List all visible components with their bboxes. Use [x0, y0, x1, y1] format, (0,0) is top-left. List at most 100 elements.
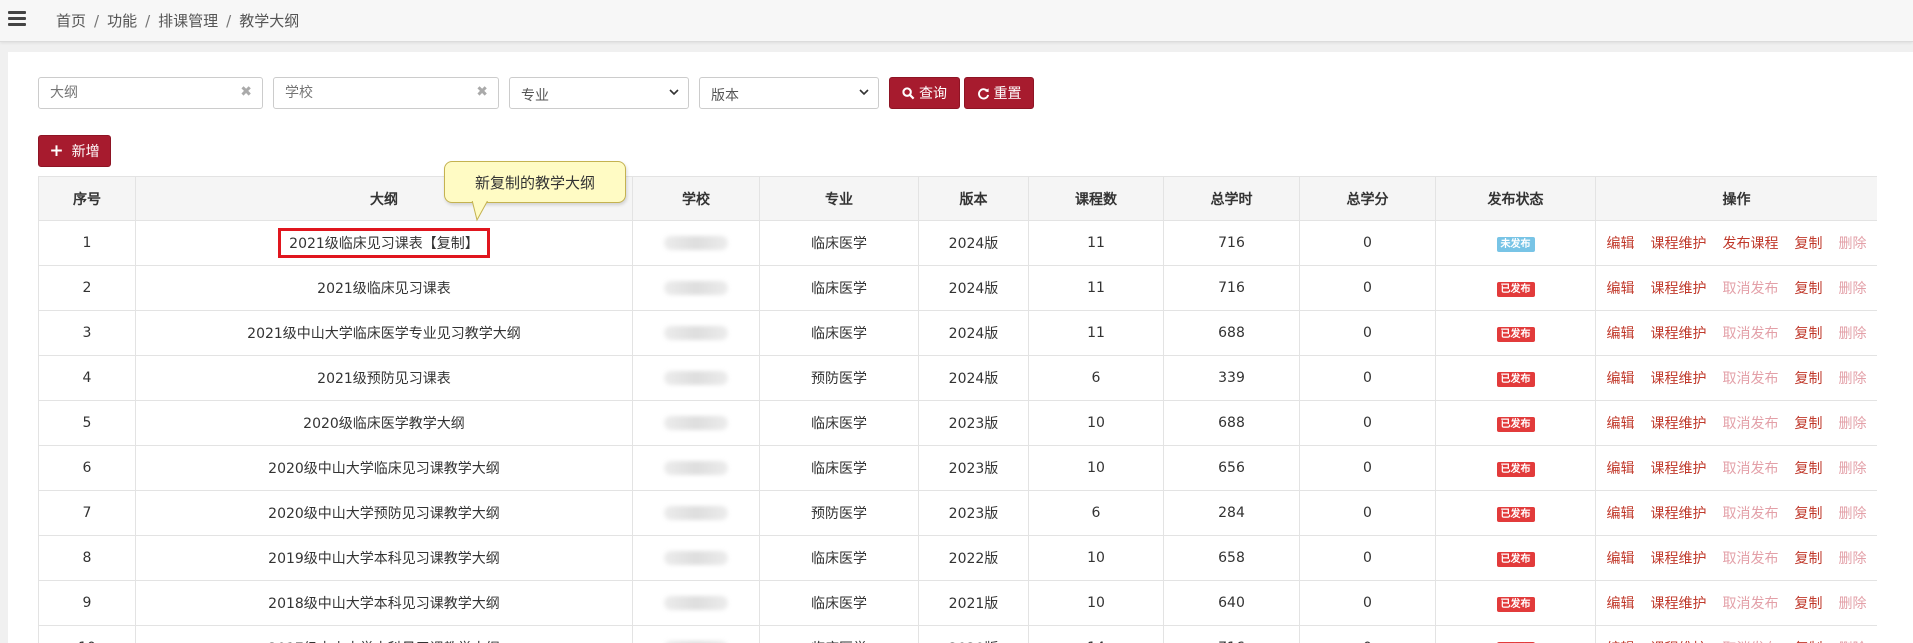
status-badge: 已发布: [1496, 461, 1535, 477]
hamburger-menu-icon[interactable]: [8, 11, 26, 27]
delete-link[interactable]: 删除: [1839, 596, 1867, 612]
cell-total-hours: 716: [1163, 220, 1300, 266]
course-maintain-link[interactable]: 课程维护: [1651, 281, 1707, 297]
cell-publish-status: 未发布: [1435, 220, 1596, 266]
course-maintain-link[interactable]: 课程维护: [1651, 416, 1707, 432]
edit-link[interactable]: 编辑: [1607, 551, 1635, 567]
cell-school: [632, 535, 760, 581]
publish-toggle-link[interactable]: 取消发布: [1723, 461, 1779, 477]
cell-version: 2020版: [918, 625, 1029, 643]
cell-no: 9: [38, 580, 136, 626]
course-maintain-link[interactable]: 课程维护: [1651, 371, 1707, 387]
syllabus-search-input[interactable]: [39, 78, 262, 108]
header-publish-status[interactable]: 发布状态: [1435, 176, 1596, 221]
delete-link[interactable]: 删除: [1839, 461, 1867, 477]
course-maintain-link[interactable]: 课程维护: [1651, 236, 1707, 252]
redacted-school-name: [664, 236, 728, 250]
edit-link[interactable]: 编辑: [1607, 461, 1635, 477]
header-no[interactable]: 序号: [38, 176, 136, 221]
copy-link[interactable]: 复制: [1795, 461, 1823, 477]
delete-link[interactable]: 删除: [1839, 281, 1867, 297]
breadcrumb-home[interactable]: 首页: [56, 12, 86, 30]
copy-link[interactable]: 复制: [1795, 596, 1823, 612]
syllabus-name: 2019级中山大学本科见习课教学大纲: [268, 551, 500, 567]
edit-link[interactable]: 编辑: [1607, 416, 1635, 432]
cell-no: 2: [38, 265, 136, 311]
header-version[interactable]: 版本: [918, 176, 1029, 221]
reset-button[interactable]: 重置: [964, 77, 1034, 109]
school-search-field[interactable]: ✖: [273, 77, 499, 109]
cell-no: 5: [38, 400, 136, 446]
delete-link[interactable]: 删除: [1839, 371, 1867, 387]
breadcrumb-scheduling[interactable]: 排课管理: [158, 12, 218, 30]
header-major[interactable]: 专业: [759, 176, 919, 221]
cell-total-hours: 688: [1163, 310, 1300, 356]
cell-total-credits: 0: [1299, 445, 1436, 491]
delete-link[interactable]: 删除: [1839, 326, 1867, 342]
table-row: 9 2018级中山大学本科见习课教学大纲 临床医学 2021版 10 640 0 已发布 编辑课…: [38, 580, 1877, 626]
cell-actions: 编辑课程维护取消发布复制删除: [1595, 535, 1877, 581]
reset-button-label: 重置: [993, 86, 1022, 102]
delete-link[interactable]: 删除: [1839, 551, 1867, 567]
copy-link[interactable]: 复制: [1795, 506, 1823, 522]
copy-link[interactable]: 复制: [1795, 326, 1823, 342]
status-badge: 已发布: [1496, 281, 1535, 297]
clear-syllabus-icon[interactable]: ✖: [240, 84, 252, 100]
syllabus-search-field[interactable]: ✖: [38, 77, 263, 109]
cell-no: 6: [38, 445, 136, 491]
delete-link[interactable]: 删除: [1839, 506, 1867, 522]
copy-link[interactable]: 复制: [1795, 371, 1823, 387]
edit-link[interactable]: 编辑: [1607, 326, 1635, 342]
version-select[interactable]: 版本: [699, 77, 879, 109]
cell-course-count: 6: [1028, 490, 1164, 536]
copy-link[interactable]: 复制: [1795, 551, 1823, 567]
major-select[interactable]: 专业: [509, 77, 689, 109]
cell-syllabus-name: 2020级中山大学预防见习课教学大纲: [135, 490, 633, 536]
cell-course-count: 6: [1028, 355, 1164, 401]
cell-publish-status: 已发布: [1435, 535, 1596, 581]
course-maintain-link[interactable]: 课程维护: [1651, 551, 1707, 567]
publish-toggle-link[interactable]: 取消发布: [1723, 371, 1779, 387]
header-total-hours[interactable]: 总学时: [1163, 176, 1300, 221]
delete-link[interactable]: 删除: [1839, 236, 1867, 252]
edit-link[interactable]: 编辑: [1607, 281, 1635, 297]
publish-toggle-link[interactable]: 取消发布: [1723, 551, 1779, 567]
edit-link[interactable]: 编辑: [1607, 506, 1635, 522]
publish-toggle-link[interactable]: 发布课程: [1723, 236, 1779, 252]
cell-publish-status: 已发布: [1435, 580, 1596, 626]
cell-actions: 编辑课程维护取消发布复制删除: [1595, 625, 1877, 643]
publish-toggle-link[interactable]: 取消发布: [1723, 281, 1779, 297]
search-button[interactable]: 查询: [889, 77, 960, 109]
publish-toggle-link[interactable]: 取消发布: [1723, 506, 1779, 522]
cell-total-credits: 0: [1299, 400, 1436, 446]
delete-link[interactable]: 删除: [1839, 416, 1867, 432]
publish-toggle-link[interactable]: 取消发布: [1723, 596, 1779, 612]
cell-total-credits: 0: [1299, 535, 1436, 581]
publish-toggle-link[interactable]: 取消发布: [1723, 326, 1779, 342]
cell-version: 2022版: [918, 535, 1029, 581]
copy-link[interactable]: 复制: [1795, 416, 1823, 432]
course-maintain-link[interactable]: 课程维护: [1651, 326, 1707, 342]
cell-syllabus-name: 2020级中山大学临床见习课教学大纲: [135, 445, 633, 491]
course-maintain-link[interactable]: 课程维护: [1651, 596, 1707, 612]
course-maintain-link[interactable]: 课程维护: [1651, 506, 1707, 522]
header-school[interactable]: 学校: [632, 176, 760, 221]
cell-version: 2023版: [918, 445, 1029, 491]
header-course-count[interactable]: 课程数: [1028, 176, 1164, 221]
course-maintain-link[interactable]: 课程维护: [1651, 461, 1707, 477]
cell-total-hours: 339: [1163, 355, 1300, 401]
edit-link[interactable]: 编辑: [1607, 236, 1635, 252]
edit-link[interactable]: 编辑: [1607, 596, 1635, 612]
redacted-school-name: [664, 416, 728, 430]
school-search-input[interactable]: [274, 78, 498, 108]
copy-link[interactable]: 复制: [1795, 281, 1823, 297]
cell-total-credits: 0: [1299, 355, 1436, 401]
publish-toggle-link[interactable]: 取消发布: [1723, 416, 1779, 432]
edit-link[interactable]: 编辑: [1607, 371, 1635, 387]
cell-version: 2021版: [918, 580, 1029, 626]
breadcrumb-function[interactable]: 功能: [107, 12, 137, 30]
header-total-credits[interactable]: 总学分: [1299, 176, 1436, 221]
clear-school-icon[interactable]: ✖: [476, 84, 488, 100]
add-button[interactable]: + 新增: [38, 135, 111, 167]
copy-link[interactable]: 复制: [1795, 236, 1823, 252]
